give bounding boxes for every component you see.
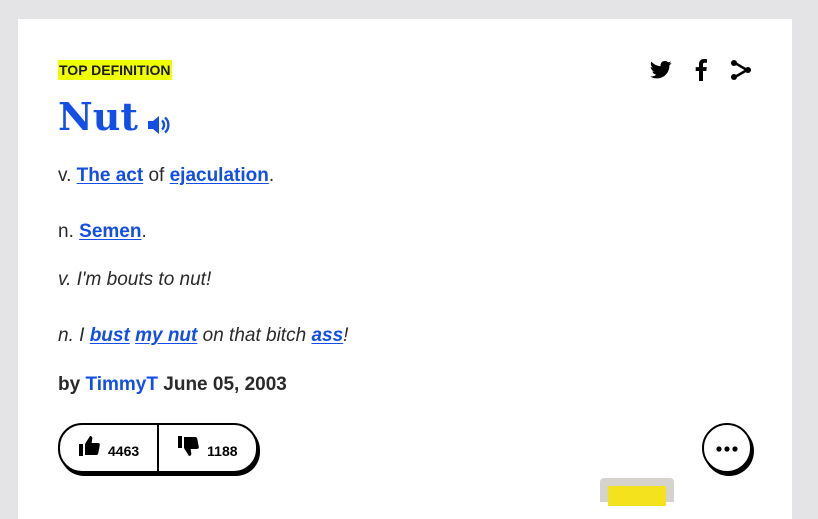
- meaning-link[interactable]: ejaculation: [170, 165, 269, 186]
- example-text: n. I: [58, 325, 90, 346]
- example-noun: n. I bust my nut on that bitch ass!: [58, 323, 348, 349]
- author-link[interactable]: TimmyT: [85, 374, 158, 395]
- meaning-text: of: [143, 165, 170, 186]
- thumbs-down-icon: [177, 435, 199, 462]
- meaning-link[interactable]: Semen: [79, 221, 141, 242]
- example-text: on that bitch: [197, 325, 312, 346]
- post-date: June 05, 2003: [163, 374, 287, 395]
- part-of-speech: n.: [58, 221, 74, 242]
- more-options-button[interactable]: [702, 423, 752, 473]
- example-verb: v. I'm bouts to nut!: [58, 267, 211, 293]
- share-icon[interactable]: [730, 59, 752, 81]
- meaning-noun: n. Semen.: [58, 219, 147, 245]
- example-text: !: [343, 325, 349, 346]
- byline-prefix: by: [58, 374, 81, 395]
- downvote-count: 1188: [207, 443, 238, 459]
- upvote-button[interactable]: 4463: [60, 425, 160, 471]
- example-link[interactable]: bust: [90, 325, 130, 346]
- word-heading[interactable]: Nut: [58, 91, 138, 143]
- example-link[interactable]: ass: [311, 325, 343, 346]
- meaning-text: .: [141, 221, 147, 242]
- ellipsis-icon: [716, 439, 738, 457]
- meaning-verb: v. The act of ejaculation.: [58, 163, 274, 189]
- byline: by TimmyT June 05, 2003: [58, 372, 287, 398]
- merch-mug-image[interactable]: [600, 478, 674, 506]
- downvote-button[interactable]: 1188: [159, 425, 255, 471]
- thumbs-up-icon: [78, 435, 100, 462]
- example-link[interactable]: my nut: [135, 325, 197, 346]
- meaning-link[interactable]: The act: [77, 165, 144, 186]
- part-of-speech: v.: [58, 165, 72, 186]
- facebook-icon[interactable]: [690, 59, 712, 81]
- definition-card: TOP DEFINITION Nut v. The act of ejacula…: [18, 19, 792, 519]
- share-bar: [650, 59, 752, 81]
- twitter-icon[interactable]: [650, 59, 672, 81]
- speaker-icon[interactable]: [146, 99, 172, 134]
- top-definition-badge: TOP DEFINITION: [58, 60, 172, 80]
- vote-group: 4463 1188: [58, 423, 258, 473]
- meaning-text: .: [268, 165, 275, 186]
- word-title: Nut: [58, 91, 172, 143]
- example-text: v. I'm bouts to nut!: [58, 269, 212, 290]
- upvote-count: 4463: [108, 443, 140, 459]
